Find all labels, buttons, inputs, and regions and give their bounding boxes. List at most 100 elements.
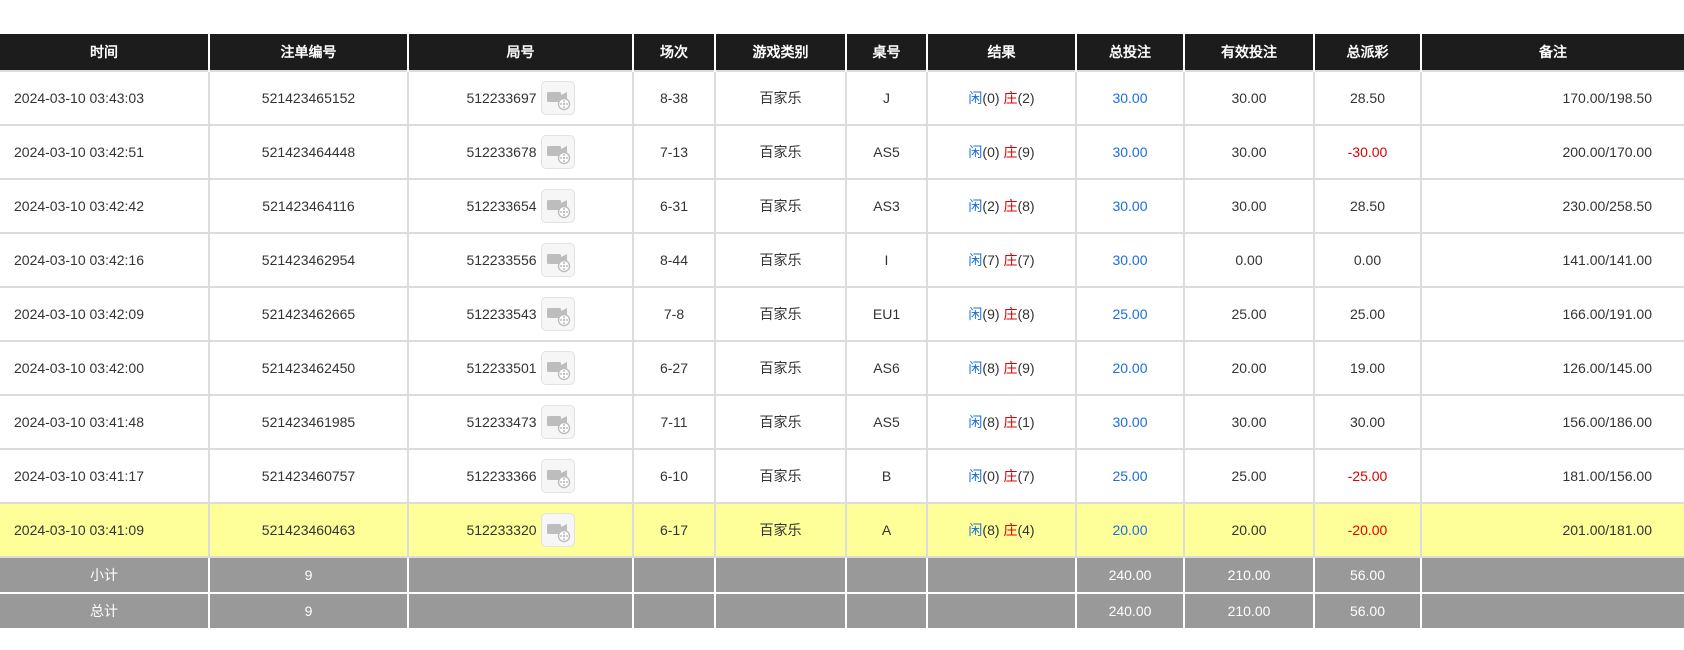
cell-bet-id: 521423462954 <box>208 232 409 288</box>
table-row: 2024-03-10 03:43:03 521423465152 512233697… <box>0 70 1684 126</box>
round-number: 512233654 <box>466 198 537 214</box>
cell-round: 512233320 <box>407 502 634 558</box>
video-replay-icon[interactable] <box>540 189 575 223</box>
result-banker-label: 庄 <box>1003 198 1018 214</box>
cell-shoe: 6-17 <box>632 502 716 558</box>
subtotal-row: 小计 9 240.00 210.00 56.00 <box>0 556 1684 594</box>
summary-empty <box>632 556 716 594</box>
cell-remark: 170.00/198.50 <box>1420 70 1684 126</box>
summary-empty <box>1420 556 1684 594</box>
result-player-score: (8) <box>982 522 1000 538</box>
cell-time: 2024-03-10 03:42:09 <box>0 286 210 342</box>
cell-table: AS3 <box>845 178 928 234</box>
result-player-score: (8) <box>982 360 1000 376</box>
result-player-label: 闲 <box>968 468 983 484</box>
col-header-valid-bet: 有效投注 <box>1183 34 1315 71</box>
cell-valid-bet: 30.00 <box>1183 394 1315 450</box>
round-number: 512233473 <box>466 414 537 430</box>
col-header-table: 桌号 <box>845 34 928 71</box>
cell-remark: 181.00/156.00 <box>1420 448 1684 504</box>
result-player-score: (0) <box>982 144 1000 160</box>
cell-table: J <box>845 70 928 126</box>
cell-valid-bet: 0.00 <box>1183 232 1315 288</box>
cell-result: 闲(8) 庄(9) <box>926 340 1077 396</box>
result-player-label: 闲 <box>968 360 983 376</box>
video-replay-icon[interactable] <box>540 405 575 439</box>
video-replay-icon[interactable] <box>540 459 575 493</box>
col-header-bet-id: 注单编号 <box>208 34 409 71</box>
cell-table: AS5 <box>845 394 928 450</box>
cell-time: 2024-03-10 03:42:51 <box>0 124 210 180</box>
result-banker-label: 庄 <box>1003 414 1018 430</box>
cell-remark: 126.00/145.00 <box>1420 340 1684 396</box>
cell-bet-id: 521423461985 <box>208 394 409 450</box>
summary-empty <box>632 592 716 630</box>
cell-total-bet: 25.00 <box>1075 286 1185 342</box>
result-player-label: 闲 <box>968 306 983 322</box>
col-header-payout: 总派彩 <box>1313 34 1422 71</box>
cell-table: A <box>845 502 928 558</box>
table-row: 2024-03-10 03:42:42 521423464116 512233654… <box>0 178 1684 234</box>
cell-bet-id: 521423465152 <box>208 70 409 126</box>
cell-remark: 166.00/191.00 <box>1420 286 1684 342</box>
cell-table: EU1 <box>845 286 928 342</box>
cell-shoe: 6-31 <box>632 178 716 234</box>
cell-remark: 200.00/170.00 <box>1420 124 1684 180</box>
cell-round: 512233556 <box>407 232 634 288</box>
cell-payout: 19.00 <box>1313 340 1422 396</box>
cell-payout: 28.50 <box>1313 70 1422 126</box>
result-player-label: 闲 <box>968 522 983 538</box>
cell-payout: -30.00 <box>1313 124 1422 180</box>
result-player-score: (9) <box>982 306 1000 322</box>
summary-empty <box>714 592 847 630</box>
video-replay-icon[interactable] <box>540 135 575 169</box>
cell-round: 512233697 <box>407 70 634 126</box>
cell-shoe: 6-27 <box>632 340 716 396</box>
round-number: 512233501 <box>466 360 537 376</box>
result-banker-score: (9) <box>1017 360 1035 376</box>
cell-remark: 230.00/258.50 <box>1420 178 1684 234</box>
video-replay-icon[interactable] <box>540 243 575 277</box>
video-replay-icon[interactable] <box>540 297 575 331</box>
cell-valid-bet: 25.00 <box>1183 286 1315 342</box>
cell-result: 闲(0) 庄(7) <box>926 448 1077 504</box>
result-player-label: 闲 <box>968 144 983 160</box>
cell-valid-bet: 30.00 <box>1183 124 1315 180</box>
col-header-shoe: 场次 <box>632 34 716 71</box>
cell-valid-bet: 30.00 <box>1183 70 1315 126</box>
cell-total-bet: 20.00 <box>1075 340 1185 396</box>
video-replay-icon[interactable] <box>540 351 575 385</box>
cell-game: 百家乐 <box>714 448 847 504</box>
bet-records-panel: 时间 注单编号 局号 场次 游戏类别 桌号 结果 总投注 有效投注 总派彩 备注… <box>0 34 1684 630</box>
table-row: 2024-03-10 03:41:09 521423460463 512233320… <box>0 502 1684 558</box>
summary-payout: 56.00 <box>1313 556 1422 594</box>
cell-shoe: 8-44 <box>632 232 716 288</box>
cell-total-bet: 30.00 <box>1075 124 1185 180</box>
cell-time: 2024-03-10 03:42:16 <box>0 232 210 288</box>
col-header-total-bet: 总投注 <box>1075 34 1185 71</box>
video-replay-icon[interactable] <box>540 513 575 547</box>
cell-table: AS5 <box>845 124 928 180</box>
round-number: 512233366 <box>466 468 537 484</box>
cell-round: 512233654 <box>407 178 634 234</box>
summary-empty <box>1420 592 1684 630</box>
result-banker-score: (7) <box>1017 252 1035 268</box>
result-player-score: (0) <box>982 468 1000 484</box>
table-row: 2024-03-10 03:42:09 521423462665 512233543… <box>0 286 1684 342</box>
bet-records-table: 时间 注单编号 局号 场次 游戏类别 桌号 结果 总投注 有效投注 总派彩 备注… <box>0 34 1684 630</box>
result-banker-label: 庄 <box>1003 144 1018 160</box>
cell-game: 百家乐 <box>714 286 847 342</box>
result-banker-label: 庄 <box>1003 90 1018 106</box>
round-number: 512233320 <box>466 522 537 538</box>
result-banker-score: (1) <box>1017 414 1035 430</box>
summary-count: 9 <box>208 592 409 630</box>
cell-payout: 28.50 <box>1313 178 1422 234</box>
cell-game: 百家乐 <box>714 232 847 288</box>
video-replay-icon[interactable] <box>540 81 575 115</box>
cell-total-bet: 30.00 <box>1075 70 1185 126</box>
result-player-label: 闲 <box>968 198 983 214</box>
cell-time: 2024-03-10 03:42:00 <box>0 340 210 396</box>
result-banker-score: (8) <box>1017 306 1035 322</box>
cell-round: 512233366 <box>407 448 634 504</box>
cell-total-bet: 30.00 <box>1075 178 1185 234</box>
